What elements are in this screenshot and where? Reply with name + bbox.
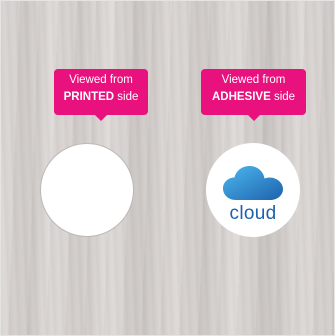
wood-background: Viewed from PRINTED side Viewed from ADH… [0,0,335,336]
tooltip-adhesive-line2: ADHESIVE side [201,89,306,106]
tooltip-pointer [246,114,261,121]
cloud-icon [206,165,300,206]
tooltip-printed-side: Viewed from PRINTED side [54,69,148,121]
tooltip-printed-line2: PRINTED side [54,89,148,106]
tooltip-adhesive-strong: ADHESIVE [211,91,271,103]
tooltip-adhesive-suffix: side [270,91,296,103]
tooltip-pointer [94,114,108,121]
tooltip-adhesive-line1: Viewed from [221,74,286,86]
sticker-adhesive-side: cloud [206,143,300,237]
tooltip-printed-line1: Viewed from [69,74,133,86]
cloud-label: cloud [229,203,277,224]
sticker-printed-side [40,143,134,237]
tooltip-printed-strong: PRINTED [63,91,115,103]
tooltip-printed-suffix: side [114,91,139,103]
tooltip-adhesive-side: Viewed from ADHESIVE side [201,69,306,121]
